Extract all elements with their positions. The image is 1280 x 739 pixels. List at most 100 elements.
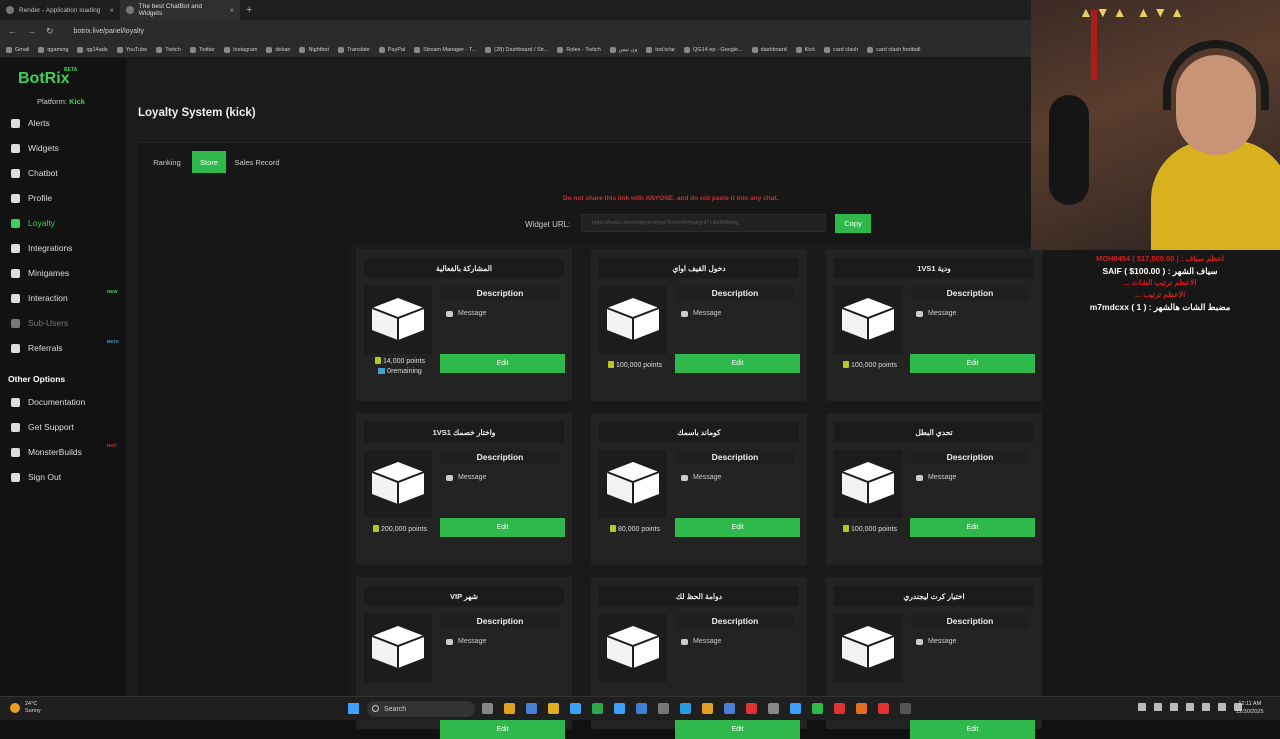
sidebar-item-integrations[interactable]: Integrations bbox=[11, 241, 121, 255]
bookmark-item[interactable]: card clash football bbox=[867, 46, 920, 53]
taskbar-app-icon[interactable] bbox=[482, 703, 493, 714]
sidebar-item-sub-users[interactable]: Sub-Users bbox=[11, 316, 121, 330]
clock[interactable]: 12:11 AM 12/30/2025 bbox=[1236, 700, 1264, 716]
widget-url-input[interactable]: https://botrix.live/widgets/shop?bid=nhh… bbox=[581, 214, 826, 232]
back-icon[interactable]: ← bbox=[8, 26, 17, 36]
edit-button[interactable]: Edit bbox=[910, 354, 1035, 373]
sidebar-item-minigames[interactable]: Minigames bbox=[11, 266, 121, 280]
taskbar-app-icon[interactable] bbox=[636, 703, 647, 714]
close-tab-icon[interactable]: × bbox=[109, 6, 114, 15]
sidebar-item-interaction[interactable]: Interaction NEW bbox=[11, 289, 121, 305]
botrix-logo[interactable]: BotRix bbox=[18, 70, 70, 88]
edit-button[interactable]: Edit bbox=[910, 518, 1035, 537]
bookmark-item[interactable]: Translate bbox=[337, 46, 370, 53]
store-item-card: تحدي البطل Description Message 100,000 poin… bbox=[826, 413, 1042, 565]
package-box-icon bbox=[838, 458, 898, 511]
tray-wifi-icon[interactable] bbox=[1202, 703, 1210, 711]
sidebar-badge: NEW bbox=[107, 289, 118, 294]
sidebar-item-documentation[interactable]: Documentation bbox=[11, 395, 121, 409]
sidebar-item-chatbot[interactable]: Chatbot bbox=[11, 166, 121, 180]
taskbar-app-icon[interactable] bbox=[790, 703, 801, 714]
browser-tab[interactable]: Render - Application loading × bbox=[0, 0, 120, 20]
taskbar-app-icon[interactable] bbox=[834, 703, 845, 714]
taskbar-app-icon[interactable] bbox=[592, 703, 603, 714]
edit-button[interactable]: Edit bbox=[675, 720, 800, 739]
message-icon bbox=[916, 474, 923, 481]
sidebar-item-alerts[interactable]: Alerts bbox=[11, 116, 121, 130]
tray-mic-icon[interactable] bbox=[1170, 703, 1178, 711]
sidebar-item-monsterbuilds[interactable]: MonsterBuilds HOT bbox=[11, 443, 121, 459]
taskbar-app-icon[interactable] bbox=[504, 703, 515, 714]
sidebar-item-get-support[interactable]: Get Support bbox=[11, 420, 121, 434]
bookmark-item[interactable]: qgaming bbox=[38, 46, 68, 53]
tray-app-icon[interactable] bbox=[1154, 703, 1162, 711]
sidebar-item-referrals[interactable]: Referrals BETA bbox=[11, 339, 121, 355]
edit-button[interactable]: Edit bbox=[440, 720, 565, 739]
taskbar-app-icon[interactable] bbox=[614, 703, 625, 714]
sidebar-item-loyalty[interactable]: Loyalty bbox=[11, 216, 121, 230]
tray-language-icon[interactable] bbox=[1186, 703, 1194, 711]
taskbar-app-icon[interactable] bbox=[746, 703, 757, 714]
bookmark-item[interactable]: ون نيس bbox=[609, 46, 637, 53]
bookmark-item[interactable]: card clash bbox=[824, 46, 859, 53]
bookmark-item[interactable]: Stream Manager - T... bbox=[414, 46, 476, 53]
taskbar-app-icon[interactable] bbox=[680, 703, 691, 714]
edit-button[interactable]: Edit bbox=[910, 720, 1035, 739]
taskbar-app-icon[interactable] bbox=[702, 703, 713, 714]
bookmark-item[interactable]: qg14ads bbox=[77, 46, 108, 53]
tab-sales-record[interactable]: Sales Record bbox=[230, 151, 284, 173]
taskbar-app-icon[interactable] bbox=[856, 703, 867, 714]
taskbar-app-icon[interactable] bbox=[878, 703, 889, 714]
sidebar-item-profile[interactable]: Profile bbox=[11, 191, 121, 205]
bookmark-item[interactable]: Kick bbox=[795, 46, 815, 53]
bookmark-item[interactable]: QG14 ep - Google... bbox=[684, 46, 743, 53]
tab-store[interactable]: Store bbox=[192, 151, 226, 173]
bookmark-item[interactable]: dokan bbox=[266, 46, 290, 53]
bookmark-item[interactable]: dashboard bbox=[751, 46, 787, 53]
tab-ranking[interactable]: Ranking bbox=[146, 151, 188, 173]
windows-start-icon[interactable] bbox=[348, 703, 359, 714]
edit-button[interactable]: Edit bbox=[440, 354, 565, 373]
edit-button[interactable]: Edit bbox=[675, 354, 800, 373]
taskbar-app-icon[interactable] bbox=[768, 703, 779, 714]
tray-volume-icon[interactable] bbox=[1218, 703, 1226, 711]
bookmark-item[interactable]: Gmail bbox=[6, 46, 29, 53]
bookmark-favicon-icon bbox=[116, 46, 123, 53]
copy-button[interactable]: Copy bbox=[835, 214, 871, 233]
browser-tab-active[interactable]: The best ChatBot and Widgets × bbox=[120, 0, 240, 20]
close-tab-icon[interactable]: × bbox=[229, 6, 234, 15]
bookmark-item[interactable]: Instagram bbox=[224, 46, 257, 53]
bookmark-favicon-icon bbox=[38, 46, 45, 53]
taskbar-app-icon[interactable] bbox=[812, 703, 823, 714]
taskbar-app-icon[interactable] bbox=[724, 703, 735, 714]
sidebar-item-sign-out[interactable]: Sign Out bbox=[11, 470, 121, 484]
taskbar-app-icon[interactable] bbox=[526, 703, 537, 714]
taskbar-app-icon[interactable] bbox=[548, 703, 559, 714]
edit-button[interactable]: Edit bbox=[440, 518, 565, 537]
taskbar-app-icon[interactable] bbox=[658, 703, 669, 714]
reload-icon[interactable]: ↻ bbox=[46, 26, 54, 37]
tray-chevron-icon[interactable] bbox=[1138, 703, 1146, 711]
bookmark-item[interactable]: Twitch bbox=[156, 46, 181, 53]
bookmark-label: card clash bbox=[833, 46, 859, 53]
taskbar-search[interactable]: Search bbox=[367, 701, 475, 717]
bookmark-item[interactable]: Roles - Twitch bbox=[557, 46, 601, 53]
taskbar-app-icon[interactable] bbox=[900, 703, 911, 714]
bookmark-item[interactable]: Twitter bbox=[189, 46, 216, 53]
new-tab-icon[interactable]: + bbox=[246, 4, 252, 16]
forward-icon[interactable]: → bbox=[27, 26, 36, 36]
sidebar-item-widgets[interactable]: Widgets bbox=[11, 141, 121, 155]
item-description-heading: Description bbox=[676, 450, 794, 464]
clock-date: 12/30/2025 bbox=[1236, 709, 1264, 715]
edit-button[interactable]: Edit bbox=[675, 518, 800, 537]
sidebar-item-label: Get Support bbox=[28, 422, 74, 432]
bookmark-item[interactable]: Nightbot bbox=[299, 46, 329, 53]
bookmark-item[interactable]: PayPal bbox=[378, 46, 405, 53]
bookmark-item[interactable]: YouTube bbox=[116, 46, 147, 53]
bookmark-item[interactable]: tod.tv/ar bbox=[646, 46, 675, 53]
taskbar-app-icon[interactable] bbox=[570, 703, 581, 714]
url-field[interactable]: botrix.live/panel/loyalty bbox=[74, 28, 144, 35]
bookmark-item[interactable]: (28) Dashboard / Str... bbox=[485, 46, 548, 53]
weather-widget[interactable]: 24°C Sunny bbox=[10, 701, 41, 715]
bookmark-label: Twitter bbox=[198, 46, 216, 53]
